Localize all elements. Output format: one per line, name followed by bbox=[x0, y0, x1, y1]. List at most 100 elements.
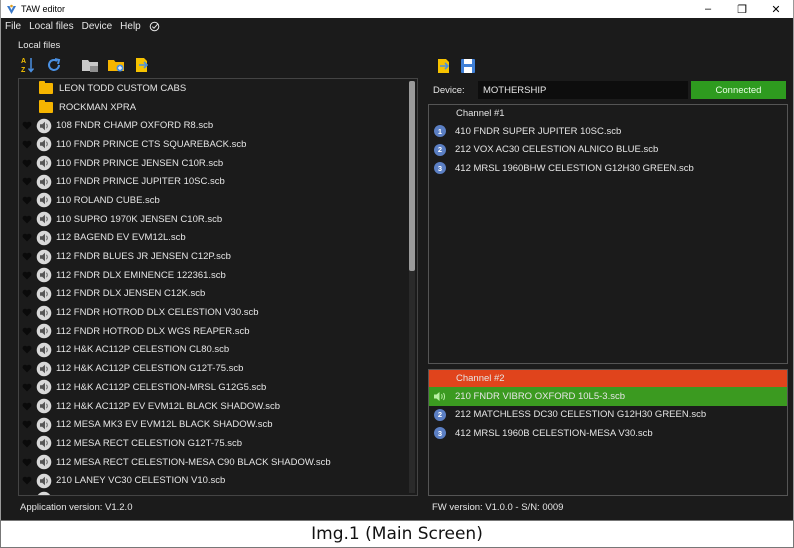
file-item[interactable]: 112 FNDR HOTROD DLX WGS REAPER.scb bbox=[19, 322, 417, 341]
file-item[interactable]: 112 BAGEND EV EVM12L.scb bbox=[19, 229, 417, 248]
file-item[interactable]: 112 MESA RECT CELESTION G12T-75.scb bbox=[19, 434, 417, 453]
channel-slot[interactable]: 2 212 MATCHLESS DC30 CELESTION G12H30 GRE… bbox=[429, 406, 787, 425]
favorite-heart-icon[interactable] bbox=[22, 439, 32, 448]
file-name: 112 H&K AC112P EV EVM12L BLACK SHADOW.sc… bbox=[56, 400, 281, 412]
file-item[interactable]: 112 MESA RECT CELESTION-MESA C90 BLACK S… bbox=[19, 453, 417, 472]
speaker-icon bbox=[36, 342, 52, 358]
folder-item[interactable]: ROCKMAN XPRA bbox=[19, 98, 417, 117]
file-list-scrollbar[interactable] bbox=[409, 81, 415, 493]
file-name: 110 ROLAND CUBE.scb bbox=[56, 194, 160, 206]
favorite-heart-icon[interactable] bbox=[22, 402, 32, 411]
slot-file-name: 212 MATCHLESS DC30 CELESTION G12H30 GREE… bbox=[455, 409, 707, 421]
scrollbar-thumb[interactable] bbox=[409, 81, 415, 271]
file-item[interactable]: 110 ROLAND CUBE.scb bbox=[19, 191, 417, 210]
speaker-icon bbox=[36, 361, 52, 377]
speaker-icon bbox=[36, 305, 52, 321]
favorite-heart-icon[interactable] bbox=[22, 233, 32, 242]
channel-1-panel: Channel #1 1 410 FNDR SUPER JUPITER 10SC.s… bbox=[428, 104, 788, 364]
favorite-heart-icon[interactable] bbox=[22, 383, 32, 392]
speaker-icon bbox=[36, 491, 52, 495]
maximize-button[interactable]: ❐ bbox=[725, 0, 759, 18]
channel-slot[interactable]: 210 FNDR VIBRO OXFORD 10L5-3.scb bbox=[429, 387, 787, 406]
channel-slot[interactable]: 3 412 MRSL 1960B CELESTION-MESA V30.scb bbox=[429, 424, 787, 443]
file-item[interactable]: 108 FNDR CHAMP OXFORD R8.scb bbox=[19, 116, 417, 135]
speaker-icon bbox=[36, 155, 52, 171]
svg-text:Z: Z bbox=[21, 67, 26, 74]
file-item[interactable]: 112 H&K AC112P CELESTION G12T-75.scb bbox=[19, 359, 417, 378]
file-name: 112 H&K AC112P CELESTION CL80.scb bbox=[56, 344, 230, 356]
favorite-heart-icon[interactable] bbox=[22, 215, 32, 224]
favorite-heart-icon[interactable] bbox=[22, 495, 32, 496]
close-button[interactable]: ✕ bbox=[759, 0, 793, 18]
minimize-button[interactable]: – bbox=[691, 0, 725, 18]
title-bar: TAW editor – ❐ ✕ bbox=[1, 0, 793, 18]
file-item[interactable]: 110 FNDR PRINCE CTS SQUAREBACK.scb bbox=[19, 135, 417, 154]
slot-number-badge: 2 bbox=[434, 408, 446, 421]
file-item[interactable]: 112 FNDR HOTROD DLX CELESTION V30.scb bbox=[19, 303, 417, 322]
file-item[interactable]: 210 LANEY VC30 CELESTION V10.scb bbox=[19, 471, 417, 490]
local-files-toolbar: A Z bbox=[18, 55, 158, 75]
local-file-list[interactable]: LEON TODD CUSTOM CABS ROCKMAN XPRA 108 FND… bbox=[18, 78, 418, 496]
favorite-heart-icon[interactable] bbox=[22, 159, 32, 168]
favorite-heart-icon[interactable] bbox=[22, 420, 32, 429]
speaker-icon bbox=[36, 379, 52, 395]
favorite-heart-icon[interactable] bbox=[22, 252, 32, 261]
file-item[interactable]: 110 FNDR PRINCE JUPITER 10SC.scb bbox=[19, 172, 417, 191]
app-logo-icon bbox=[5, 3, 17, 15]
favorite-heart-icon[interactable] bbox=[22, 458, 32, 467]
favorite-heart-icon[interactable] bbox=[22, 196, 32, 205]
file-item[interactable]: 110 FNDR PRINCE JENSEN C10R.scb bbox=[19, 154, 417, 173]
channel-header[interactable]: Channel #1 bbox=[429, 105, 787, 122]
save-icon[interactable] bbox=[458, 56, 478, 76]
favorite-heart-icon[interactable] bbox=[22, 121, 32, 130]
file-item[interactable]: 112 MESA MK3 EV EVM12L BLACK SHADOW.scb bbox=[19, 415, 417, 434]
folder-item[interactable]: LEON TODD CUSTOM CABS bbox=[19, 79, 417, 98]
menu-help[interactable]: Help bbox=[120, 21, 141, 32]
file-name: 112 FNDR BLUES JR JENSEN C12P.scb bbox=[56, 251, 231, 263]
favorite-heart-icon[interactable] bbox=[22, 177, 32, 186]
favorite-heart-icon[interactable] bbox=[22, 140, 32, 149]
file-item[interactable]: 212 BAGEND EV EVM12L.scb bbox=[19, 490, 417, 496]
file-item[interactable]: 112 H&K AC112P CELESTION CL80.scb bbox=[19, 341, 417, 360]
channel-slot[interactable]: 1 410 FNDR SUPER JUPITER 10SC.scb bbox=[429, 122, 787, 141]
file-item[interactable]: 112 H&K AC112P CELESTION-MRSL G12G5.scb bbox=[19, 378, 417, 397]
slot-file-name: 412 MRSL 1960B CELESTION-MESA V30.scb bbox=[455, 427, 653, 439]
file-item[interactable]: 110 SUPRO 1970K JENSEN C10R.scb bbox=[19, 210, 417, 229]
file-item[interactable]: 112 H&K AC112P EV EVM12L BLACK SHADOW.sc… bbox=[19, 397, 417, 416]
slot-file-name: 212 VOX AC30 CELESTION ALNICO BLUE.scb bbox=[455, 144, 659, 156]
file-name: 112 FNDR HOTROD DLX WGS REAPER.scb bbox=[56, 325, 250, 337]
folder-icon[interactable] bbox=[80, 55, 100, 75]
check-circle-icon[interactable] bbox=[149, 21, 160, 32]
new-folder-icon[interactable] bbox=[106, 55, 126, 75]
channel-header[interactable]: Channel #2 bbox=[429, 370, 787, 387]
speaker-icon bbox=[36, 211, 52, 227]
favorite-heart-icon[interactable] bbox=[22, 345, 32, 354]
channel-slot[interactable]: 2 212 VOX AC30 CELESTION ALNICO BLUE.scb bbox=[429, 141, 787, 160]
favorite-heart-icon[interactable] bbox=[22, 289, 32, 298]
favorite-heart-icon[interactable] bbox=[22, 327, 32, 336]
svg-text:A: A bbox=[21, 58, 26, 65]
slot-number-badge: 1 bbox=[434, 125, 446, 138]
file-item[interactable]: 112 FNDR DLX EMINENCE 122361.scb bbox=[19, 266, 417, 285]
favorite-heart-icon[interactable] bbox=[22, 271, 32, 280]
export-icon[interactable] bbox=[434, 56, 454, 76]
fw-version-label: FW version: V1.0.0 - S/N: 0009 bbox=[432, 502, 564, 513]
favorite-heart-icon[interactable] bbox=[22, 364, 32, 373]
menu-device[interactable]: Device bbox=[82, 21, 113, 32]
slot-file-name: 410 FNDR SUPER JUPITER 10SC.scb bbox=[455, 125, 622, 137]
export-file-icon[interactable] bbox=[132, 55, 152, 75]
favorite-heart-icon[interactable] bbox=[22, 308, 32, 317]
folder-name: ROCKMAN XPRA bbox=[59, 101, 137, 113]
speaker-icon bbox=[36, 435, 52, 451]
file-item[interactable]: 112 FNDR BLUES JR JENSEN C12P.scb bbox=[19, 247, 417, 266]
refresh-icon[interactable] bbox=[44, 55, 64, 75]
channel-slot[interactable]: 3 412 MRSL 1960BHW CELESTION G12H30 GREEN… bbox=[429, 159, 787, 178]
file-item[interactable]: 112 FNDR DLX JENSEN C12K.scb bbox=[19, 285, 417, 304]
sort-az-icon[interactable]: A Z bbox=[18, 55, 38, 75]
folder-name: LEON TODD CUSTOM CABS bbox=[59, 82, 187, 94]
menu-file[interactable]: File bbox=[5, 21, 21, 32]
speaker-icon bbox=[36, 454, 52, 470]
menu-local-files[interactable]: Local files bbox=[29, 21, 73, 32]
favorite-heart-icon[interactable] bbox=[22, 476, 32, 485]
file-name: 112 MESA RECT CELESTION G12T-75.scb bbox=[56, 437, 243, 449]
